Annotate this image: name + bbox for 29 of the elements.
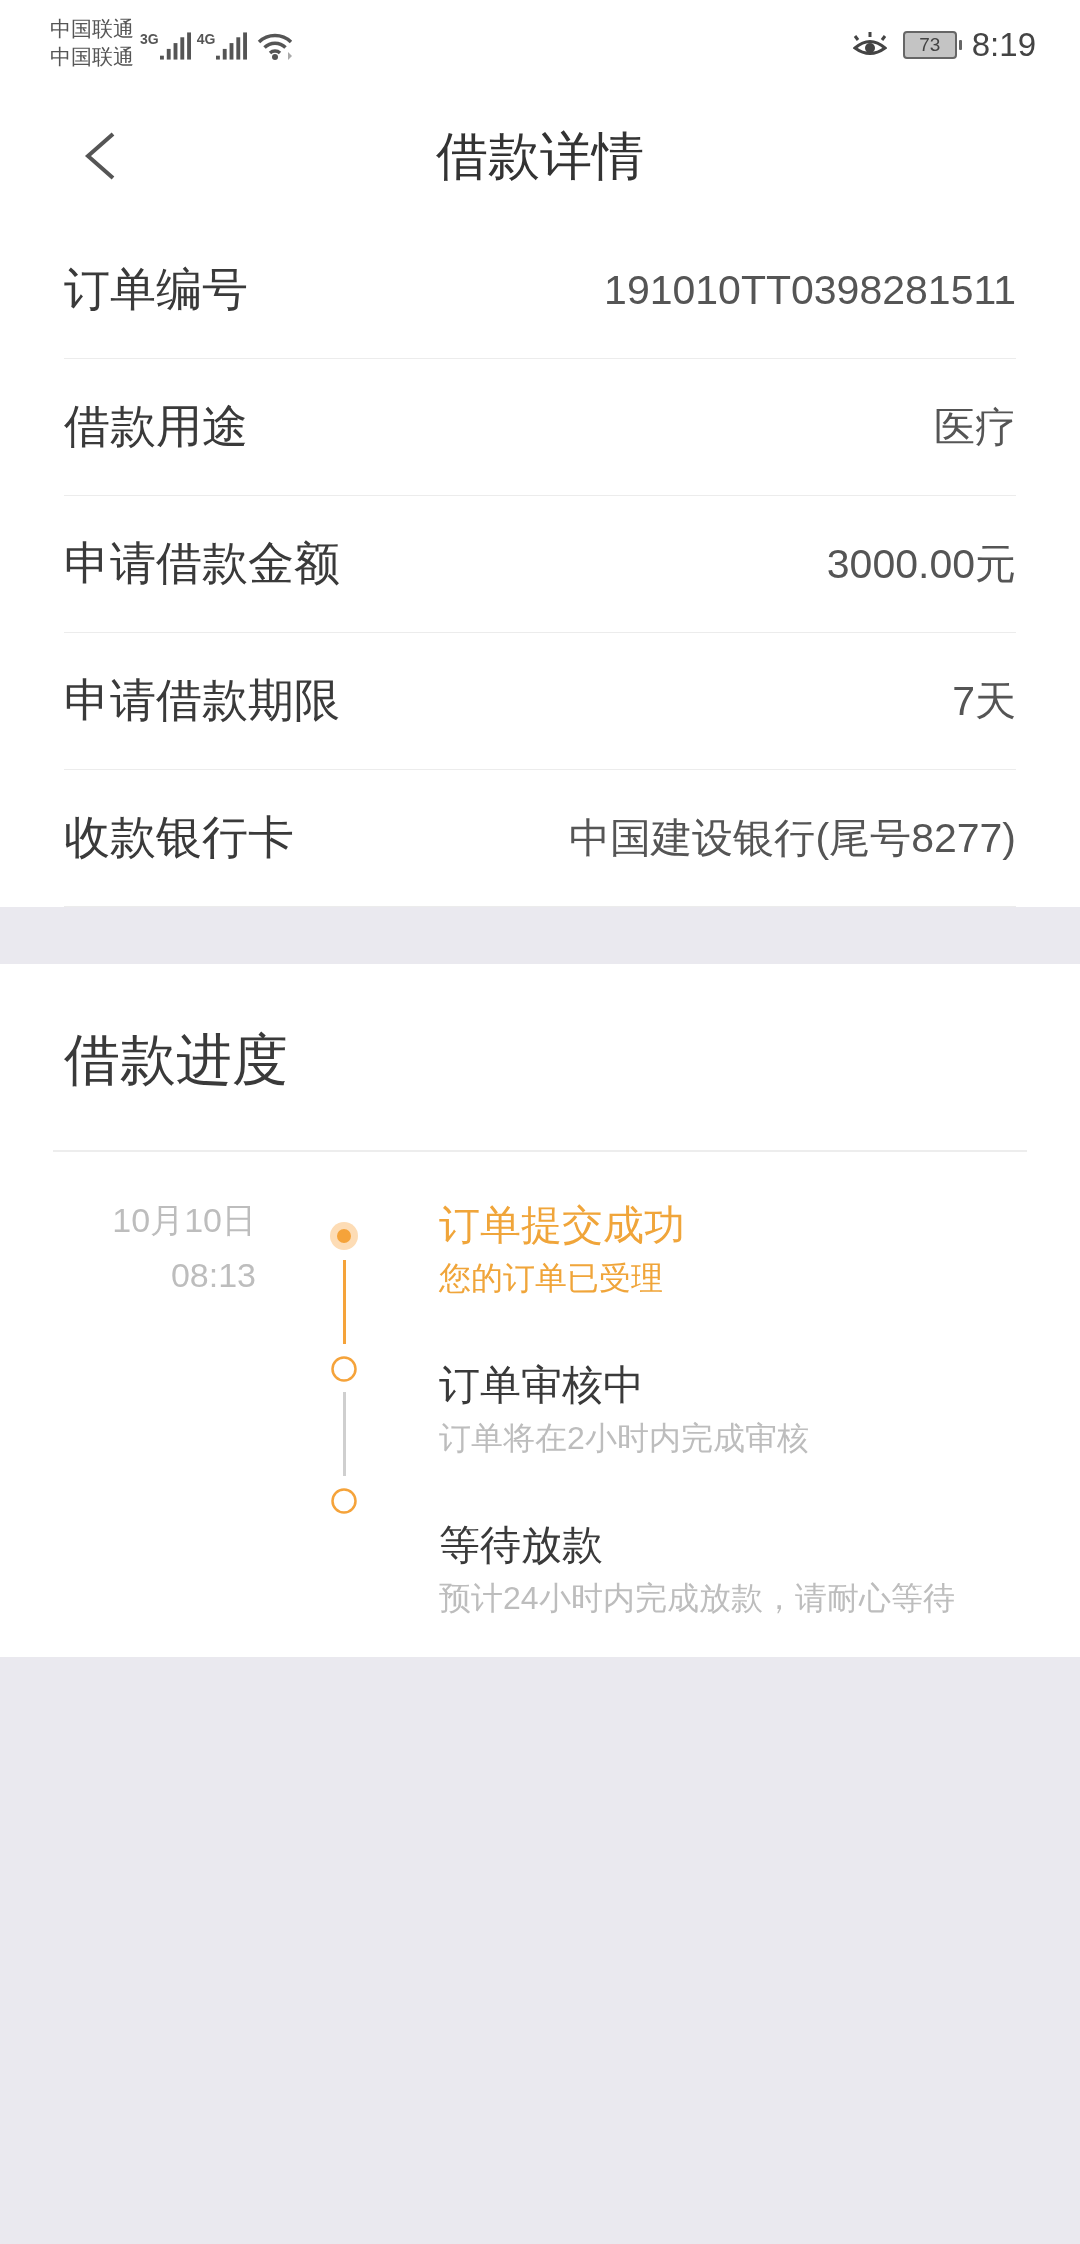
detail-label: 收款银行卡 <box>64 810 294 865</box>
status-time: 8:19 <box>971 26 1036 64</box>
detail-label: 申请借款期限 <box>64 673 340 728</box>
detail-label: 订单编号 <box>64 262 248 317</box>
carrier-name: 中国联通 <box>50 44 134 70</box>
step-note: 您的订单已受理 <box>439 1259 664 1298</box>
network-type-label: 3G <box>140 32 159 46</box>
step-note: 预计24小时内完成放款，请耐心等待 <box>439 1579 955 1618</box>
step-title: 等待放款 <box>439 1521 604 1570</box>
signal-icon <box>216 32 248 60</box>
step-title: 订单提交成功 <box>439 1201 686 1250</box>
detail-label: 借款用途 <box>64 399 248 454</box>
detail-value: 191010TT0398281511 <box>604 266 1016 314</box>
detail-label: 申请借款金额 <box>64 536 340 591</box>
network-type-label: 4G <box>196 32 216 46</box>
carrier-name: 中国联通 <box>50 16 134 42</box>
back-icon <box>83 131 117 181</box>
step-title: 订单审核中 <box>439 1361 645 1410</box>
detail-value: 中国建设银行(尾号8277) <box>569 813 1016 863</box>
detail-value: 医疗 <box>934 402 1016 452</box>
step-time: 08:13 <box>169 1255 256 1295</box>
page-title: 借款详情 <box>436 126 644 186</box>
battery-indicator: 73 <box>902 31 962 59</box>
signal-icon <box>159 32 191 60</box>
section-title: 借款进度 <box>64 1027 288 1093</box>
step-date: 10月10日 <box>111 1200 256 1240</box>
detail-value: 7天 <box>952 676 1016 726</box>
step-note: 订单将在2小时内完成审核 <box>439 1419 810 1458</box>
detail-value: 3000.00元 <box>826 539 1016 589</box>
